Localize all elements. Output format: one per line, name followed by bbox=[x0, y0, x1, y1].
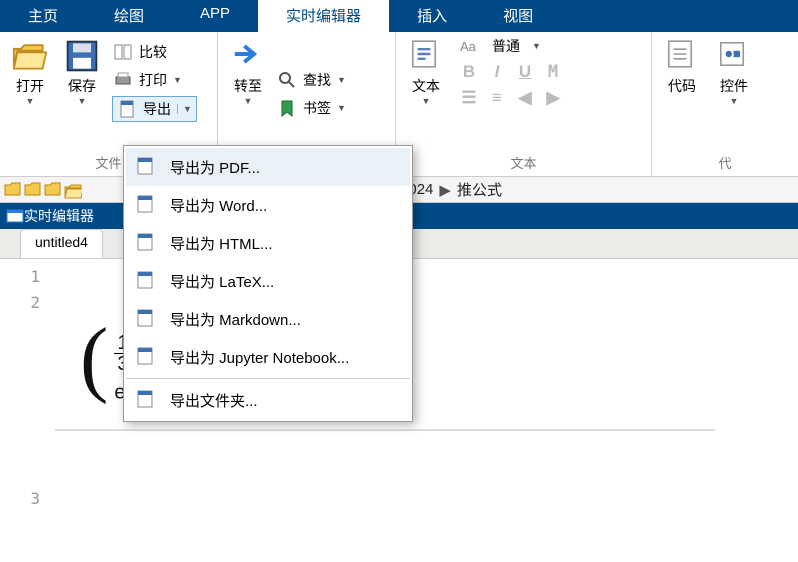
doc-icon bbox=[136, 346, 158, 368]
chevron-right-icon: ▶ bbox=[439, 181, 451, 199]
folder-open-icon[interactable] bbox=[64, 181, 82, 199]
text-button[interactable]: 文本▼ bbox=[402, 36, 450, 108]
indent-button[interactable]: ▶ bbox=[544, 88, 562, 108]
bookmark-button[interactable]: 书签▼ bbox=[276, 96, 347, 120]
doc-icon bbox=[136, 156, 158, 178]
main-tabs: 主页 绘图 APP 实时编辑器 插入 视图 bbox=[0, 0, 798, 32]
printer-icon bbox=[113, 70, 135, 90]
open-button[interactable]: 打开▼ bbox=[6, 36, 54, 108]
chevron-down-icon: ▼ bbox=[173, 75, 182, 85]
editor-tab[interactable]: untitled4 bbox=[20, 229, 103, 258]
folder-icon[interactable] bbox=[4, 181, 22, 199]
controls-icon bbox=[716, 38, 752, 74]
folder-icon[interactable] bbox=[44, 181, 62, 199]
compare-icon bbox=[113, 42, 135, 62]
export-word[interactable]: 导出为 Word... bbox=[126, 186, 410, 224]
save-button[interactable]: 保存▼ bbox=[58, 36, 106, 108]
outdent-button[interactable]: ◀ bbox=[516, 88, 534, 108]
text-doc-icon bbox=[408, 38, 444, 74]
tab-app[interactable]: APP bbox=[172, 0, 258, 32]
mono-button[interactable]: M bbox=[544, 62, 562, 82]
group-label-other: 代 bbox=[658, 151, 792, 172]
export-html[interactable]: 导出为 HTML... bbox=[126, 224, 410, 262]
arrow-right-icon bbox=[230, 38, 266, 74]
folder-icon[interactable] bbox=[24, 181, 42, 199]
export-pdf[interactable]: 导出为 PDF... bbox=[126, 148, 410, 186]
goto-button[interactable]: 转至▼ bbox=[224, 36, 272, 108]
export-menu: 导出为 PDF... 导出为 Word... 导出为 HTML... 导出为 L… bbox=[123, 145, 413, 422]
underline-button[interactable]: U bbox=[516, 62, 534, 82]
folder-open-icon bbox=[12, 38, 48, 74]
doc-icon bbox=[136, 270, 158, 292]
chevron-down-icon: ▼ bbox=[244, 96, 253, 106]
controls-button[interactable]: 控件▼ bbox=[710, 36, 758, 108]
list-bullet-button[interactable]: ☰ bbox=[460, 88, 478, 108]
gutter: 1 2 3 bbox=[0, 259, 55, 515]
doc-icon bbox=[136, 232, 158, 254]
doc-icon bbox=[136, 308, 158, 330]
export-markdown[interactable]: 导出为 Markdown... bbox=[126, 300, 410, 338]
find-button[interactable]: 查找▼ bbox=[276, 68, 347, 92]
chevron-down-icon: ▼ bbox=[26, 96, 35, 106]
style-icon bbox=[460, 37, 482, 55]
tab-live-editor[interactable]: 实时编辑器 bbox=[258, 0, 389, 32]
style-select[interactable]: 普通 bbox=[492, 36, 520, 56]
chevron-down-icon: ▼ bbox=[337, 75, 346, 85]
code-doc-icon bbox=[664, 38, 700, 74]
tab-insert[interactable]: 插入 bbox=[389, 0, 475, 32]
export-jupyter[interactable]: 导出为 Jupyter Notebook... bbox=[126, 338, 410, 376]
group-label-text: 文本 bbox=[402, 151, 645, 172]
italic-button[interactable]: I bbox=[488, 62, 506, 82]
tab-home[interactable]: 主页 bbox=[0, 0, 86, 32]
chevron-down-icon: ▼ bbox=[78, 96, 87, 106]
breadcrumb-item[interactable]: 推公式 bbox=[457, 179, 502, 200]
doc-icon bbox=[136, 194, 158, 216]
list-number-button[interactable]: ≡ bbox=[488, 88, 506, 108]
chevron-down-icon: ▼ bbox=[177, 104, 192, 114]
search-icon bbox=[277, 70, 299, 90]
export-button[interactable]: 导出▼ bbox=[112, 96, 197, 122]
tab-view[interactable]: 视图 bbox=[475, 0, 561, 32]
doc-icon bbox=[136, 389, 158, 411]
save-icon bbox=[64, 38, 100, 74]
export-folder[interactable]: 导出文件夹... bbox=[126, 381, 410, 419]
bold-button[interactable]: B bbox=[460, 62, 478, 82]
bookmark-icon bbox=[277, 98, 299, 118]
code-button[interactable]: 代码 bbox=[658, 36, 706, 98]
export-icon bbox=[117, 99, 139, 119]
print-button[interactable]: 打印▼ bbox=[112, 68, 197, 92]
compare-button[interactable]: 比较 bbox=[112, 40, 197, 64]
chevron-down-icon: ▼ bbox=[730, 96, 739, 106]
chevron-down-icon: ▼ bbox=[422, 96, 431, 106]
window-icon bbox=[6, 207, 24, 225]
chevron-down-icon: ▼ bbox=[337, 103, 346, 113]
export-latex[interactable]: 导出为 LaTeX... bbox=[126, 262, 410, 300]
chevron-down-icon: ▼ bbox=[532, 41, 541, 51]
tab-draw[interactable]: 绘图 bbox=[86, 0, 172, 32]
